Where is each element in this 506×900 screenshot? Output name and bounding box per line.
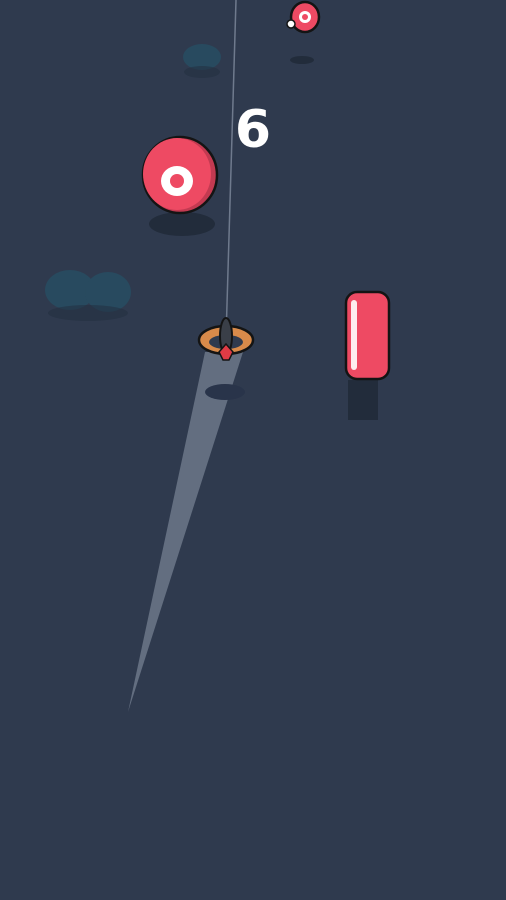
aim-line	[225, 0, 237, 339]
game-canvas[interactable]: 6	[0, 0, 506, 900]
puddle-left	[45, 270, 131, 321]
spotlight-beam	[128, 352, 243, 712]
target-right-edge	[344, 290, 391, 420]
puddle-top	[183, 44, 221, 78]
target-large-left	[141, 135, 219, 236]
target-small-top	[286, 0, 321, 64]
score-counter: 6	[234, 100, 272, 160]
